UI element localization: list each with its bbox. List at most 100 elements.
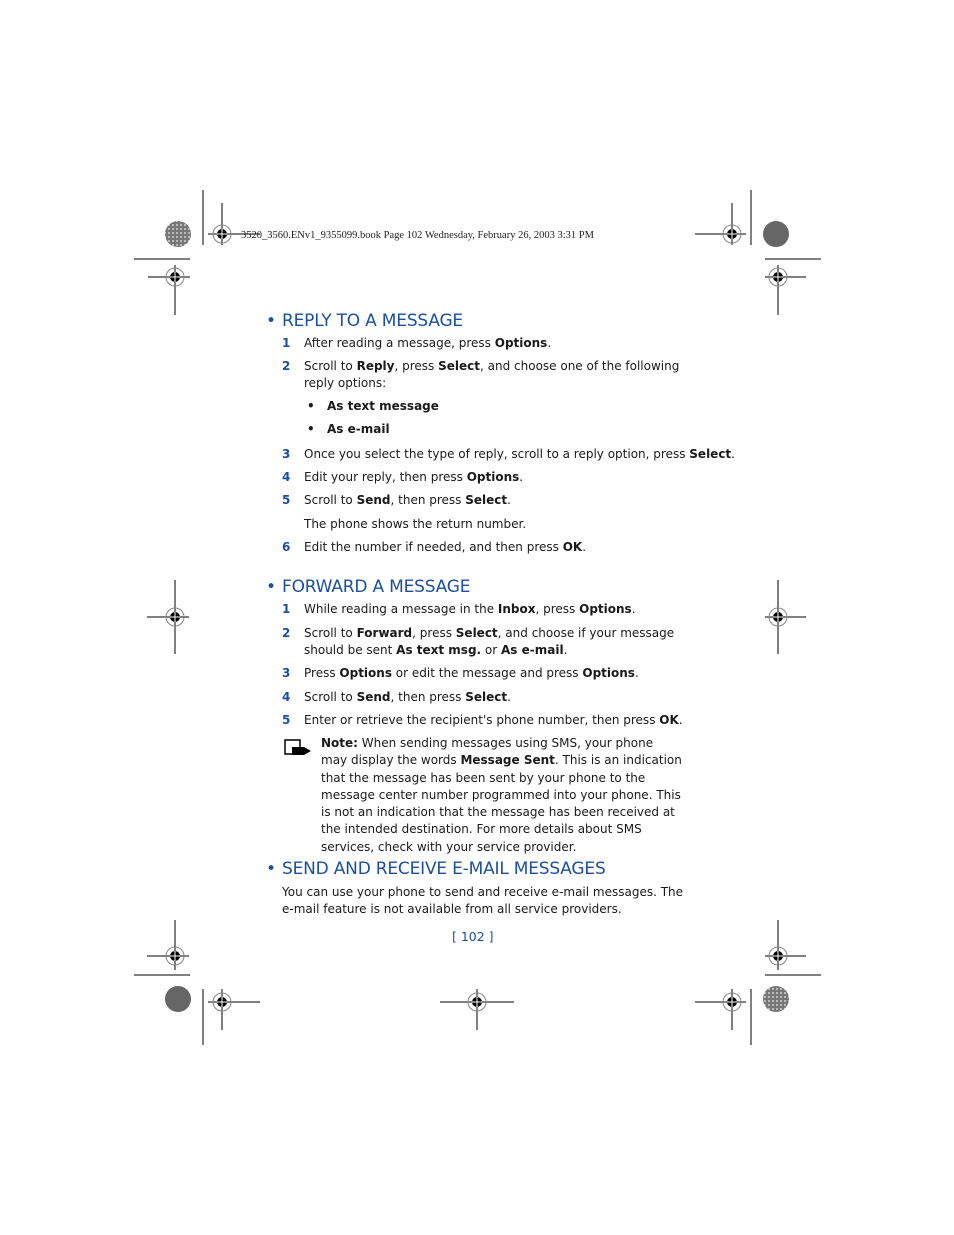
option-label: As text message [327,399,439,413]
step-text: Scroll to Send, then press Select. [304,689,684,706]
step-text: Scroll to Forward, press Select, and cho… [304,625,684,659]
text-run: . [631,602,636,616]
bold-term: Send [356,493,391,507]
heading-text: SEND AND RECEIVE E-MAIL MESSAGES [282,859,606,879]
bold-term: Reply [356,359,395,373]
heading-bullet: • [266,577,276,597]
step: 2 Scroll to Forward, press Select, and ch… [282,625,682,659]
text-run: While reading a message in the [304,602,498,616]
heading-bullet: • [266,311,276,331]
section-paragraph: You can use your phone to send and recei… [282,885,684,917]
bold-term: Options [582,666,635,680]
step: 5 Scroll to Send, then press Select. [282,492,682,509]
text-run: , press [535,602,580,616]
registration-mark-right-middle [765,580,806,654]
step: 3 Once you select the type of reply, scro… [282,446,735,463]
text-run: Once you select the type of reply, scrol… [304,447,690,461]
registration-mark-bottom-center [440,989,514,1030]
text-run: Scroll to [304,359,357,373]
step-number: 5 [282,713,291,727]
step-number: 1 [282,602,291,616]
text-run: Edit the number if needed, and then pres… [304,540,563,554]
bold-term: As e-mail [501,643,564,657]
bold-term: Select [465,690,508,704]
bullet: • [307,422,315,436]
step-number: 6 [282,540,291,554]
note-hand-icon [284,739,311,755]
step-number: 1 [282,336,291,350]
section-heading-email: • SEND AND RECEIVE E-MAIL MESSAGES [266,859,606,879]
step-text: Edit your reply, then press Options. [304,469,684,486]
step: 1 After reading a message, press Options. [282,335,682,352]
step-text: Scroll to Reply, press Select, and choos… [304,358,684,392]
text-run: . [547,336,552,350]
text-run: . [519,470,524,484]
bold-term: Options [494,336,548,350]
step: 2 Scroll to Reply, press Select, and choo… [282,358,682,392]
text-run: . [678,713,683,727]
text-run: After reading a message, press [304,336,495,350]
registration-mark-right-upper [765,258,821,315]
heading-text: REPLY TO A MESSAGE [282,311,463,331]
bold-term: Select [455,626,498,640]
step-text: Once you select the type of reply, scrol… [304,446,735,463]
step-text: Scroll to Send, then press Select. [304,492,684,509]
bold-term: Select [689,447,732,461]
text-run: or edit the message and press [391,666,583,680]
bold-term: Select [465,493,508,507]
color-target-top-left-icon [165,221,191,247]
registration-mark-top-right [695,203,746,245]
registration-mark-left-middle [147,580,189,654]
step-note: The phone shows the return number. [304,517,527,531]
step: 4 Edit your reply, then press Options. [282,469,682,486]
heading-bullet: • [266,859,276,879]
bold-term: OK [562,540,583,554]
step-text: After reading a message, press Options. [304,335,684,352]
bullet: • [307,399,315,413]
color-target-top-right-icon [763,221,789,247]
step-text: Press Options or edit the message and pr… [304,665,684,682]
option-label: As e-mail [327,422,390,436]
step-number: 5 [282,493,291,507]
step-number: 3 [282,447,291,461]
bold-term: As text msg. [396,643,482,657]
step-number: 3 [282,666,291,680]
text-run: Scroll to [304,690,357,704]
registration-mark-bottom-right [695,989,746,1030]
bold-term: Send [356,690,391,704]
bold-term: Options [339,666,392,680]
note-box: Note: When sending messages using SMS, y… [321,735,683,856]
step-text: Edit the number if needed, and then pres… [304,539,684,556]
step-number: 2 [282,359,291,373]
text-run: , then press [390,493,466,507]
text-run: , press [412,626,456,640]
registration-mark-right-lower [765,920,821,976]
bold-term: Note: [321,736,358,750]
bold-term: OK [659,713,679,727]
text-run: Press [304,666,340,680]
text-run: , press [394,359,439,373]
registration-mark-bottom-left [208,989,260,1030]
step-number: 4 [282,470,291,484]
text-run: , then press [390,690,466,704]
bold-term: Options [466,470,520,484]
step-number: 2 [282,626,291,640]
heading-text: FORWARD A MESSAGE [282,577,471,597]
text-run: . [731,447,735,461]
text-run: . [582,540,587,554]
step-text: Enter or retrieve the recipient's phone … [304,712,684,729]
step: 1 While reading a message in the Inbox, p… [282,601,682,618]
registration-mark-left-lower [134,920,190,976]
page-number: [ 102 ] [452,929,494,944]
bold-term: Forward [356,626,413,640]
text-run: . [507,690,511,704]
text-run: . [563,643,568,657]
bold-term: Inbox [497,602,536,616]
step-text: While reading a message in the Inbox, pr… [304,601,684,618]
step: 6 Edit the number if needed, and then pre… [282,539,682,556]
step: 5 Enter or retrieve the recipient's phone… [282,712,684,729]
step-number: 4 [282,690,291,704]
text-run: Enter or retrieve the recipient's phone … [304,713,660,727]
bold-term: Message Sent [460,753,555,768]
step: 3 Press Options or edit the message and p… [282,665,682,682]
